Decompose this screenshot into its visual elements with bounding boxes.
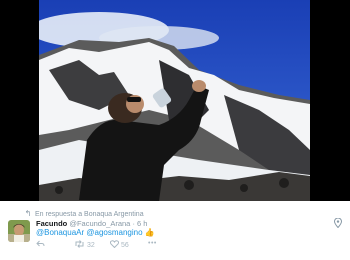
author-handle[interactable]: @Facundo_Arana (69, 219, 130, 228)
tweet-header: Facundo @Facundo_Arana · 6 h (36, 219, 147, 228)
mountain-photo (39, 0, 310, 201)
heart-icon (109, 240, 120, 249)
like-button[interactable]: 56 (109, 240, 129, 249)
more-options-button[interactable]: ••• (148, 240, 157, 247)
author-name[interactable]: Facundo (36, 219, 67, 228)
retweet-count: 32 (86, 242, 95, 249)
tweet-time[interactable]: 6 h (137, 219, 147, 228)
location-pin-icon[interactable] (333, 215, 343, 233)
reply-context[interactable]: ↰ En respuesta a Bonaqua Argentina (24, 209, 144, 218)
avatar-image (8, 220, 30, 242)
reply-context-text: En respuesta a Bonaqua Argentina (35, 211, 144, 218)
reply-arrow-icon: ↰ (24, 209, 32, 218)
like-count: 56 (120, 242, 129, 249)
mention-link[interactable]: @BonaquaAr (36, 228, 84, 237)
thumbs-up-icon: 👍 (144, 228, 155, 237)
tweet-text: @BonaquaAr @agosmangino 👍 (36, 228, 155, 237)
retweet-button[interactable]: 32 (74, 240, 95, 249)
tweet: ↰ En respuesta a Bonaqua Argentina Facund… (0, 201, 350, 260)
avatar[interactable] (8, 220, 30, 242)
separator-dot: · (132, 219, 135, 228)
reply-icon (36, 240, 45, 247)
reply-button[interactable] (36, 240, 45, 249)
retweet-icon (75, 240, 84, 248)
tweet-photo[interactable] (0, 0, 350, 201)
mention-link[interactable]: @agosmangino (86, 228, 142, 237)
